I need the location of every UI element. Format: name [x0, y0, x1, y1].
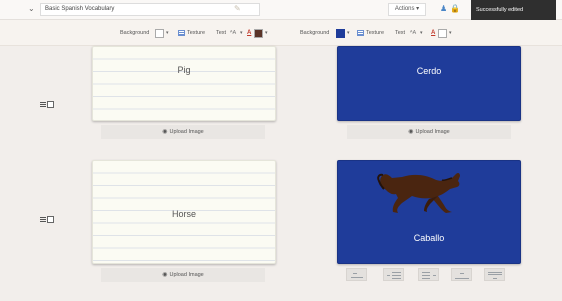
pin-icon[interactable]: ♟: [440, 4, 447, 14]
card-back-text[interactable]: Cerdo: [338, 65, 520, 77]
image-right-layout-option[interactable]: [383, 268, 404, 281]
card-front-text[interactable]: Horse: [93, 208, 275, 220]
chevron-down-icon[interactable]: ▾: [265, 27, 268, 39]
front-format-group: Background ▾ Texture Text ᴬA ▾ A ▾: [120, 27, 280, 39]
background-label: Background: [300, 30, 330, 36]
drag-lines-icon: [40, 217, 46, 222]
image-bottom-layout-option[interactable]: [451, 268, 472, 281]
collapse-icon[interactable]: ⌄: [28, 5, 35, 13]
text-label: Text: [395, 30, 406, 36]
upload-label: Upload Image: [415, 129, 450, 135]
camera-icon: ◉: [162, 129, 168, 135]
select-checkbox[interactable]: [47, 101, 54, 108]
texture-label[interactable]: Texture: [366, 27, 384, 39]
chevron-down-icon[interactable]: ▾: [420, 27, 423, 39]
select-checkbox[interactable]: [47, 216, 54, 223]
deck-title-input[interactable]: Basic Spanish Vocabulary: [40, 3, 260, 16]
horse-image[interactable]: [374, 165, 472, 215]
success-toast: Successfully edited: [471, 0, 556, 20]
background-swatch[interactable]: [336, 28, 345, 38]
formatting-toolbar: Background ▾ Texture Text ᴬA ▾ A ▾ Backg…: [0, 20, 562, 46]
card-back-1[interactable]: Cerdo: [337, 46, 521, 121]
upload-label: Upload Image: [169, 272, 204, 278]
card-front-2[interactable]: Horse: [92, 160, 276, 264]
edit-icon[interactable]: ✎: [234, 4, 241, 14]
actions-label: Actions: [394, 6, 415, 12]
back-format-group: Background ▾ Texture Text ᴬA ▾ A ▾: [300, 27, 470, 39]
texture-icon[interactable]: [178, 30, 185, 36]
text-color-swatch[interactable]: [254, 28, 263, 38]
texture-icon[interactable]: [357, 30, 364, 36]
chevron-down-icon[interactable]: ▾: [449, 27, 452, 39]
background-swatch[interactable]: [155, 28, 164, 38]
row-drag-handle[interactable]: [40, 101, 56, 108]
text-top-layout-option[interactable]: [484, 268, 505, 281]
upload-image-button[interactable]: ◉ Upload Image: [347, 125, 511, 139]
upload-image-button[interactable]: ◉ Upload Image: [101, 125, 265, 139]
text-color-swatch[interactable]: [438, 28, 447, 38]
image-left-layout-option[interactable]: [346, 268, 367, 281]
card-front-1[interactable]: Pig: [92, 46, 276, 121]
font-size-icon[interactable]: ᴬA: [410, 27, 416, 39]
chevron-down-icon[interactable]: ▾: [166, 27, 169, 39]
row-drag-handle[interactable]: [40, 216, 56, 223]
chevron-down-icon[interactable]: ▾: [347, 27, 350, 39]
background-label: Background: [120, 30, 150, 36]
card-back-text[interactable]: Caballo: [338, 232, 520, 244]
texture-label[interactable]: Texture: [187, 27, 205, 39]
text-label: Text: [216, 30, 227, 36]
upload-label: Upload Image: [169, 129, 204, 135]
card-front-text[interactable]: Pig: [93, 64, 275, 76]
top-bar: ⌄ Basic Spanish Vocabulary ✎ Actions ▾ ♟…: [0, 0, 562, 20]
actions-button[interactable]: Actions ▾: [388, 3, 426, 16]
text-color-icon[interactable]: A: [247, 27, 251, 39]
font-size-icon[interactable]: ᴬA: [230, 27, 236, 39]
text-color-icon[interactable]: A: [431, 27, 435, 39]
chevron-down-icon: ▾: [416, 6, 420, 12]
camera-icon: ◉: [408, 129, 414, 135]
camera-icon: ◉: [162, 272, 168, 278]
upload-image-button[interactable]: ◉ Upload Image: [101, 268, 265, 282]
text-left-layout-option[interactable]: [418, 268, 439, 281]
drag-lines-icon: [40, 102, 46, 107]
lock-icon[interactable]: 🔒: [450, 4, 460, 14]
chevron-down-icon[interactable]: ▾: [240, 27, 243, 39]
